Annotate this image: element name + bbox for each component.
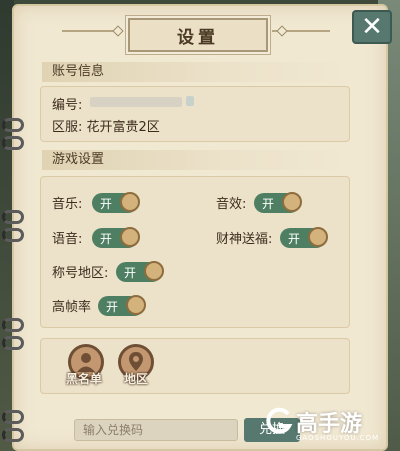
page-title: 设置 [128,18,268,52]
toggle-knob [282,192,302,212]
setting-label-sound-effects: 音效: [216,197,247,212]
toggle-state: 开 [100,197,113,211]
account-id-value-redacted [90,97,182,107]
blacklist-label: 黑名单 [66,372,103,386]
toggle-state: 开 [262,197,275,211]
binder-ring [2,136,24,150]
toggle-state: 开 [124,266,137,280]
section-title-game-settings: 游戏设置 [42,150,352,170]
binder-ring [2,336,24,350]
setting-label-fortune: 财神送福: [216,232,273,247]
setting-label-voice: 语音: [52,232,83,247]
binder-ring [2,410,24,424]
setting-label-music: 音乐: [52,197,83,212]
account-id-label: 编号: [52,98,83,113]
toggle-knob [308,227,328,247]
toggle-voice[interactable]: 开 [92,227,140,248]
toggle-knob [144,261,164,281]
setting-label-high-fps: 高帧率 [52,300,92,315]
binder-ring [2,210,24,224]
close-button[interactable]: ✕ [352,10,392,44]
binder-ring [2,228,24,242]
toggle-state: 开 [288,232,301,246]
binder-ring [2,118,24,132]
region-label: 地区 [124,372,149,386]
toggle-knob [126,295,146,315]
watermark-domain: GAOSHOUYOU.COM [296,434,380,442]
toggle-state: 开 [106,300,119,314]
toggle-sound-effects[interactable]: 开 [254,192,302,213]
toggle-fortune[interactable]: 开 [280,227,328,248]
binder-ring [2,428,24,442]
toggle-high-fps[interactable]: 开 [98,295,146,316]
toggle-knob [120,192,140,212]
brand-logo-icon [266,407,293,434]
binder-ring [2,318,24,332]
close-icon: ✕ [361,12,383,42]
toggle-state: 开 [100,232,113,246]
copy-id-icon[interactable] [186,96,194,106]
toggle-title-region[interactable]: 开 [116,261,164,282]
account-server-label: 区服: 花开富贵2区 [52,120,160,135]
redeem-code-input[interactable] [74,419,238,441]
toggle-knob [120,227,140,247]
section-title-account: 账号信息 [42,62,352,82]
setting-label-title-region: 称号地区: [52,266,109,281]
toggle-music[interactable]: 开 [92,192,140,213]
watermark: 高手游 GAOSHOUYOU.COM [264,404,394,448]
